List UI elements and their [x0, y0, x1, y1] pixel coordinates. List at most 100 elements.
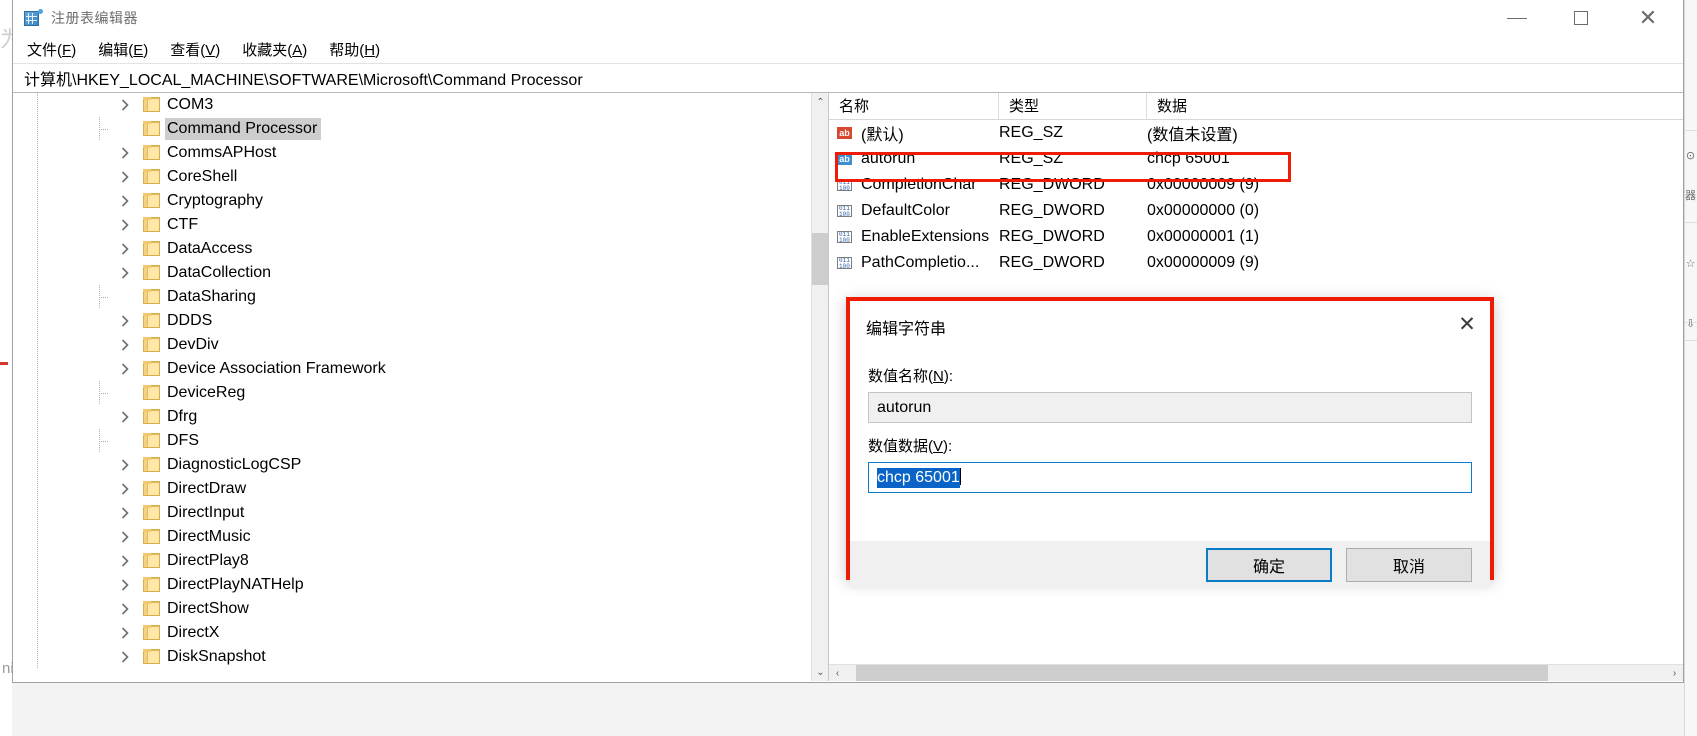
tree-item[interactable]: DirectInput	[13, 501, 828, 525]
chevron-right-icon[interactable]	[117, 529, 133, 545]
tree-item[interactable]: DiskSnapshot	[13, 645, 828, 669]
list-scroll-right-button[interactable]: ›	[1666, 665, 1683, 682]
tree-item[interactable]: Dfrg	[13, 405, 828, 429]
tree-item[interactable]: DFS	[13, 429, 828, 453]
chevron-right-icon[interactable]	[117, 337, 133, 353]
tree-guide-line	[37, 261, 38, 285]
chevron-right-icon[interactable]	[117, 625, 133, 641]
tree-item[interactable]: DirectPlayNATHelp	[13, 573, 828, 597]
tree-item[interactable]: DataAccess	[13, 237, 828, 261]
minimize-button[interactable]	[1485, 0, 1549, 36]
registry-tree: COM3 Command Processor CommsAPHost CoreShel…	[13, 93, 828, 669]
tree-guide-line	[37, 285, 38, 309]
tree-item[interactable]: DirectMusic	[13, 525, 828, 549]
tree-item[interactable]: Cryptography	[13, 189, 828, 213]
chevron-right-icon[interactable]	[117, 217, 133, 233]
chevron-right-icon[interactable]	[117, 313, 133, 329]
tree-item[interactable]: DirectPlay8	[13, 549, 828, 573]
column-header-name[interactable]: 名称	[829, 93, 999, 120]
value-data-cell: 0x00000001 (1)	[1147, 228, 1260, 245]
download-icon[interactable]: ⇩	[1684, 318, 1697, 331]
cancel-button[interactable]: 取消	[1346, 547, 1472, 582]
ok-button[interactable]: 确定	[1206, 547, 1332, 582]
help-circle-icon[interactable]: ⊙	[1684, 150, 1697, 163]
value-row[interactable]: EnableExtensions REG_DWORD 0x00000001 (1)	[829, 224, 1683, 250]
chevron-right-icon[interactable]	[117, 241, 133, 257]
registry-tree-pane[interactable]: COM3 Command Processor CommsAPHost CoreShel…	[13, 93, 829, 681]
tree-guide-line	[37, 189, 38, 213]
folder-icon	[143, 289, 160, 304]
menu-file[interactable]: 文件(F)	[27, 39, 76, 60]
value-data-input[interactable]: chcp 65001	[868, 462, 1472, 493]
value-name-cell: DefaultColor	[829, 202, 999, 220]
value-row[interactable]: CompletionChar REG_DWORD 0x00000009 (9)	[829, 172, 1683, 198]
address-bar[interactable]: 计算机\HKEY_LOCAL_MACHINE\SOFTWARE\Microsof…	[13, 64, 1683, 93]
tree-item[interactable]: DirectX	[13, 621, 828, 645]
tree-item[interactable]: DataCollection	[13, 261, 828, 285]
value-row[interactable]: PathCompletio... REG_DWORD 0x00000009 (9)	[829, 250, 1683, 276]
chevron-right-icon[interactable]	[117, 457, 133, 473]
chevron-right-icon[interactable]	[117, 193, 133, 209]
chevron-right-icon[interactable]	[117, 481, 133, 497]
value-row[interactable]: ab autorun REG_SZ chcp 65001	[829, 146, 1683, 172]
chevron-right-icon[interactable]	[117, 265, 133, 281]
tree-item-label: DeviceReg	[167, 384, 246, 401]
tree-vertical-scrollbar[interactable]: ⌃ ⌄	[811, 93, 828, 681]
maximize-button[interactable]	[1549, 0, 1613, 36]
chevron-right-icon[interactable]	[117, 601, 133, 617]
chevron-right-icon[interactable]	[117, 409, 133, 425]
tree-item[interactable]: DataSharing	[13, 285, 828, 309]
tree-item[interactable]: Device Association Framework	[13, 357, 828, 381]
tree-item-label: DirectDraw	[167, 480, 247, 497]
device-icon[interactable]: 器	[1684, 190, 1697, 203]
tree-item[interactable]: DeviceReg	[13, 381, 828, 405]
tree-scrollbar-thumb[interactable]	[812, 233, 828, 285]
chevron-right-icon[interactable]	[117, 553, 133, 569]
tree-item[interactable]: DDDS	[13, 309, 828, 333]
window-title: 注册表编辑器	[51, 9, 138, 26]
menu-view[interactable]: 查看(V)	[170, 39, 220, 60]
value-name-input[interactable]: autorun	[868, 392, 1472, 423]
tree-item[interactable]: COM3	[13, 93, 828, 117]
menu-favorites[interactable]: 收藏夹(A)	[242, 39, 307, 60]
tree-item[interactable]: CommsAPHost	[13, 141, 828, 165]
list-scrollbar-track[interactable]	[846, 664, 1666, 681]
tree-scroll-up-button[interactable]: ⌃	[812, 93, 828, 111]
tree-item[interactable]: DirectDraw	[13, 477, 828, 501]
value-row[interactable]: DefaultColor REG_DWORD 0x00000000 (0)	[829, 198, 1683, 224]
dialog-close-icon[interactable]: ✕	[1444, 301, 1490, 347]
chevron-right-icon[interactable]	[117, 577, 133, 593]
chevron-right-icon[interactable]	[117, 649, 133, 665]
favorite-star-icon[interactable]: ☆	[1684, 258, 1697, 271]
values-horizontal-scrollbar[interactable]: ‹ ›	[829, 664, 1683, 681]
tree-guide-dash	[99, 441, 109, 442]
tree-item[interactable]: DirectShow	[13, 597, 828, 621]
value-row[interactable]: ab (默认) REG_SZ (数值未设置)	[829, 120, 1683, 146]
tree-scroll-down-button[interactable]: ⌄	[812, 663, 828, 681]
close-button[interactable]: ✕	[1613, 0, 1683, 36]
tree-item[interactable]: CoreShell	[13, 165, 828, 189]
background-red-mark	[0, 362, 8, 365]
menu-help[interactable]: 帮助(H)	[329, 39, 380, 60]
folder-icon	[143, 121, 160, 136]
chevron-right-icon[interactable]	[117, 169, 133, 185]
chevron-right-icon[interactable]	[117, 505, 133, 521]
chevron-right-icon[interactable]	[117, 97, 133, 113]
registry-editor-icon	[24, 8, 43, 27]
tree-item[interactable]: CTF	[13, 213, 828, 237]
chevron-right-icon[interactable]	[117, 361, 133, 377]
folder-icon	[143, 481, 160, 496]
list-scroll-left-button[interactable]: ‹	[829, 665, 846, 682]
tree-item-label: DirectShow	[167, 600, 249, 617]
column-header-data[interactable]: 数据	[1147, 93, 1683, 120]
menu-edit[interactable]: 编辑(E)	[98, 39, 148, 60]
column-header-type[interactable]: 类型	[999, 93, 1147, 120]
tree-item[interactable]: DiagnosticLogCSP	[13, 453, 828, 477]
chevron-right-icon[interactable]	[117, 145, 133, 161]
value-name-label: 数值名称(N):	[868, 368, 954, 385]
tree-item[interactable]: DevDiv	[13, 333, 828, 357]
list-scrollbar-thumb[interactable]	[856, 664, 1548, 681]
folder-icon	[143, 193, 160, 208]
tree-item[interactable]: Command Processor	[13, 117, 828, 141]
tree-guide-line	[37, 405, 38, 429]
